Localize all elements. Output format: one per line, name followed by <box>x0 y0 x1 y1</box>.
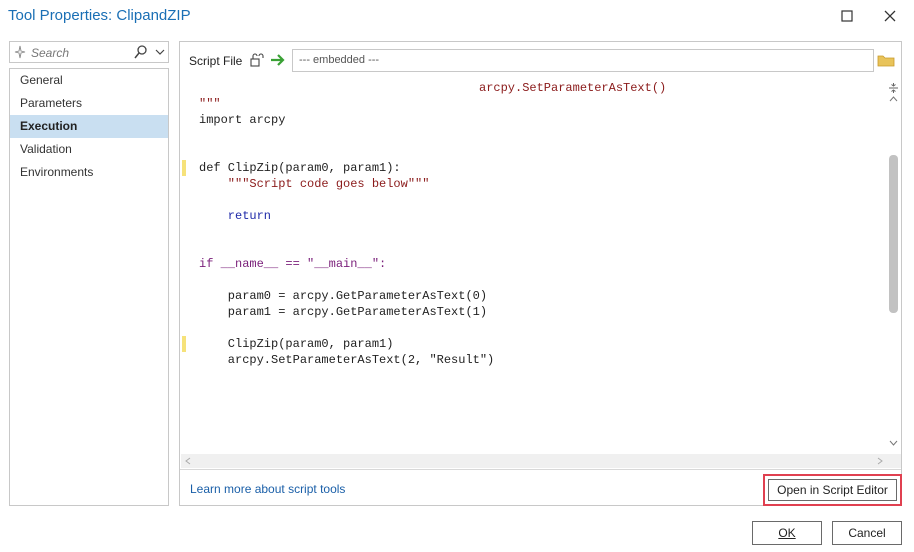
sidebar-item-validation[interactable]: Validation <box>10 138 168 161</box>
folder-icon[interactable] <box>877 52 895 68</box>
sidebar-item-environments[interactable]: Environments <box>10 161 168 184</box>
arrow-right-icon[interactable] <box>269 52 287 68</box>
code-line: def ClipZip(param0, param1): <box>199 161 401 175</box>
change-marker <box>182 160 186 176</box>
search-box[interactable]: Search <box>9 41 169 63</box>
code-editor[interactable]: arcpy.SetParameterAsText() """ import ar… <box>181 80 886 454</box>
learn-more-link[interactable]: Learn more about script tools <box>190 482 345 496</box>
window-title: Tool Properties: ClipandZIP <box>8 7 191 24</box>
title-bar: Tool Properties: ClipandZIP <box>0 0 914 32</box>
cancel-button[interactable]: Cancel <box>832 521 902 545</box>
change-marker <box>182 336 186 352</box>
horizontal-scrollbar[interactable] <box>181 454 901 468</box>
code-line: param1 = arcpy.GetParameterAsText(1) <box>199 305 488 319</box>
scroll-left-icon[interactable] <box>185 457 191 465</box>
maximize-icon[interactable] <box>832 4 862 28</box>
sidebar-nav: General Parameters Execution Validation … <box>9 68 169 506</box>
split-icon[interactable] <box>888 82 899 94</box>
scrollbar-thumb[interactable] <box>889 155 898 313</box>
script-file-label: Script File <box>189 54 243 68</box>
ok-button[interactable]: OK <box>752 521 822 545</box>
scroll-down-icon[interactable] <box>889 440 898 446</box>
open-in-script-editor-button[interactable]: Open in Script Editor <box>768 479 897 501</box>
sidebar-item-general[interactable]: General <box>10 69 168 92</box>
code-line: ClipZip(param0, param1) <box>199 337 394 351</box>
scroll-right-icon[interactable] <box>877 457 883 465</box>
sidebar-item-execution[interactable]: Execution <box>10 115 168 138</box>
scroll-up-icon[interactable] <box>889 96 898 102</box>
code-line: import arcpy <box>199 113 286 127</box>
code-line: arcpy.SetParameterAsText(2, "Result") <box>199 353 495 367</box>
sidebar-item-parameters[interactable]: Parameters <box>10 92 168 115</box>
search-icon[interactable] <box>134 44 148 60</box>
code-line: return <box>199 209 272 223</box>
vertical-scrollbar[interactable] <box>886 80 901 454</box>
ok-button-label: OK <box>778 526 796 540</box>
code-line: arcpy.SetParameterAsText() <box>479 81 667 95</box>
script-file-field[interactable]: --- embedded --- <box>292 49 874 72</box>
code-line: """ <box>199 97 221 111</box>
code-line: param0 = arcpy.GetParameterAsText(0) <box>199 289 488 303</box>
code-line: if __name__ == "__main__": <box>199 257 387 271</box>
divider <box>180 469 901 470</box>
sparkle-icon <box>14 45 26 59</box>
lock-icon[interactable] <box>249 52 265 68</box>
close-icon[interactable] <box>875 4 905 28</box>
code-line: """Script code goes below""" <box>199 177 430 191</box>
chevron-down-icon[interactable] <box>154 45 166 59</box>
highlight-box: Open in Script Editor <box>763 474 902 506</box>
execution-panel: Script File --- embedded --- arcpy.SetPa… <box>179 41 902 506</box>
search-input[interactable]: Search <box>31 46 69 60</box>
